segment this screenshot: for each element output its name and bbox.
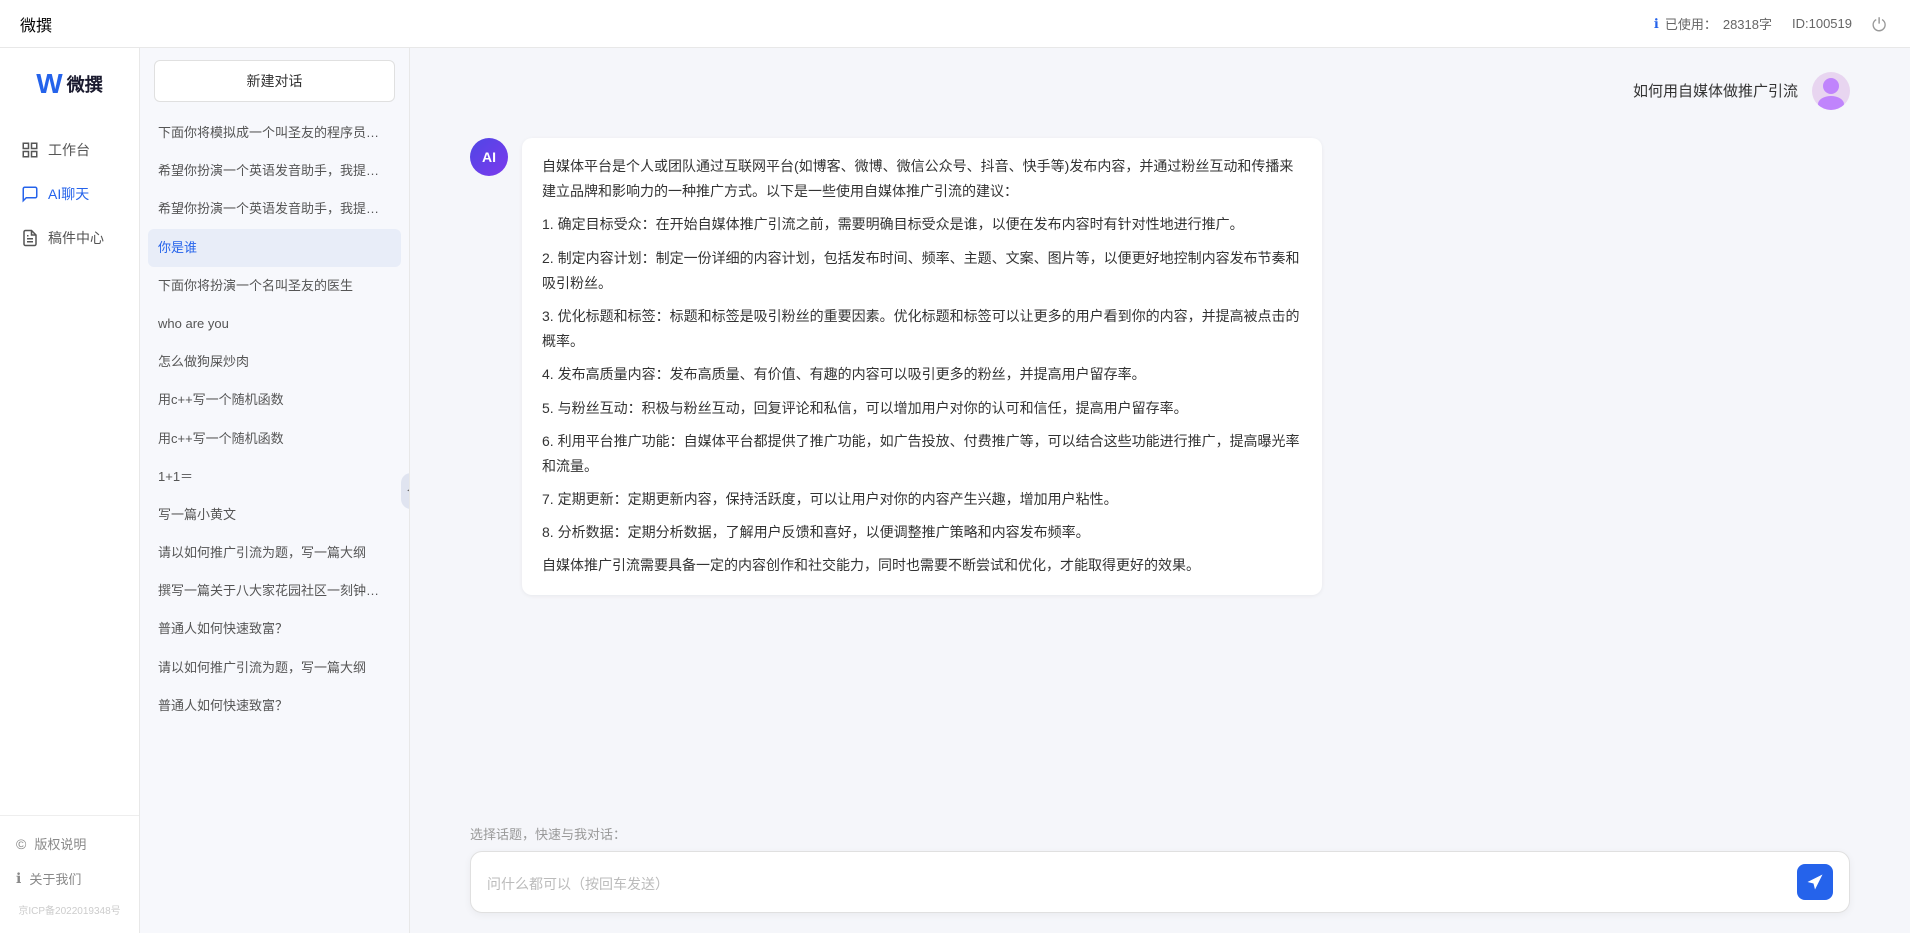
history-item[interactable]: 希望你扮演一个英语发音助手，我提供给你... bbox=[148, 190, 401, 228]
send-icon bbox=[1806, 873, 1824, 891]
ai-chat-icon bbox=[20, 184, 40, 204]
history-item[interactable]: 普通人如何快速致富？ bbox=[148, 610, 401, 648]
workbench-label: 工作台 bbox=[48, 140, 90, 160]
drafts-label: 稿件中心 bbox=[48, 228, 104, 248]
sidebar-item-workbench[interactable]: 工作台 bbox=[0, 130, 139, 170]
ai-message-para: 自媒体平台是个人或团队通过互联网平台(如博客、微博、微信公众号、抖音、快手等)发… bbox=[542, 154, 1302, 204]
copyright-icon: © bbox=[16, 836, 26, 852]
input-box bbox=[470, 851, 1850, 913]
user-id: ID:100519 bbox=[1792, 16, 1852, 31]
logo-area: W 微撰 bbox=[36, 68, 102, 100]
history-item[interactable]: 用c++写一个随机函数 bbox=[148, 381, 401, 419]
user-avatar bbox=[1812, 72, 1850, 110]
copyright-item[interactable]: © 版权说明 bbox=[0, 826, 139, 861]
collapse-button[interactable]: ◀ bbox=[401, 473, 410, 509]
chat-input-area: 选择话题，快速与我对话： bbox=[410, 814, 1910, 933]
logo-text: 微撰 bbox=[67, 71, 103, 97]
ai-message-bubble: 自媒体平台是个人或团队通过互联网平台(如博客、微博、微信公众号、抖音、快手等)发… bbox=[522, 138, 1322, 595]
power-icon[interactable]: ⏻ bbox=[1872, 15, 1890, 33]
logo-w: W bbox=[36, 68, 62, 100]
chat-input[interactable] bbox=[487, 874, 1797, 890]
topbar-right: ℹ 已使用： 28318字 ID:100519 ⏻ bbox=[1654, 14, 1890, 33]
ai-message-row: AI 自媒体平台是个人或团队通过互联网平台(如博客、微博、微信公众号、抖音、快手… bbox=[470, 138, 1850, 595]
new-chat-button[interactable]: 新建对话 bbox=[154, 60, 395, 102]
history-item[interactable]: 请以如何推广引流为题，写一篇大纲 bbox=[148, 649, 401, 687]
chat-main: 如何用自媒体做推广引流 AI 自媒体平台是个人或团队通过互联网平台(如博客、微博… bbox=[410, 48, 1910, 933]
icp-text: 京ICP备2022019348号 bbox=[0, 896, 139, 923]
history-item[interactable]: 普通人如何快速致富？ bbox=[148, 687, 401, 725]
ai-chat-label: AI聊天 bbox=[48, 184, 89, 204]
history-item[interactable]: 你是谁 bbox=[148, 229, 401, 267]
chat-messages: 如何用自媒体做推广引流 AI 自媒体平台是个人或团队通过互联网平台(如博客、微博… bbox=[410, 48, 1910, 814]
user-question: 如何用自媒体做推广引流 bbox=[1633, 72, 1798, 110]
history-item[interactable]: 撰写一篇关于八大家花园社区一刻钟便民生... bbox=[148, 572, 401, 610]
ai-message-para: 自媒体推广引流需要具备一定的内容创作和社交能力，同时也需要不断尝试和优化，才能取… bbox=[542, 553, 1302, 578]
history-item[interactable]: who are you bbox=[148, 305, 401, 343]
history-item[interactable]: 下面你将扮演一个名叫圣友的医生 bbox=[148, 267, 401, 305]
ai-message-para: 6. 利用平台推广功能：自媒体平台都提供了推广功能，如广告投放、付费推广等，可以… bbox=[542, 429, 1302, 479]
history-item[interactable]: 用c++写一个随机函数 bbox=[148, 420, 401, 458]
ai-message-para: 2. 制定内容计划：制定一份详细的内容计划，包括发布时间、频率、主题、文案、图片… bbox=[542, 246, 1302, 296]
sidebar-item-drafts[interactable]: 稿件中心 bbox=[0, 218, 139, 258]
sidebar-left: W 微撰 工作台 AI聊天 bbox=[0, 48, 140, 933]
usage-label: 已使用： bbox=[1665, 14, 1717, 33]
workbench-icon bbox=[20, 140, 40, 160]
info-icon: ℹ bbox=[1654, 16, 1659, 32]
ai-message-para: 7. 定期更新：定期更新内容，保持活跃度，可以让用户对你的内容产生兴趣，增加用户… bbox=[542, 487, 1302, 512]
copyright-label: 版权说明 bbox=[34, 834, 86, 853]
history-item[interactable]: 请以如何推广引流为题，写一篇大纲 bbox=[148, 534, 401, 572]
history-list: 下面你将模拟成一个叫圣友的程序员、我说...希望你扮演一个英语发音助手，我提供给… bbox=[140, 114, 409, 933]
ai-message-para: 3. 优化标题和标签：标题和标签是吸引粉丝的重要因素。优化标题和标签可以让更多的… bbox=[542, 304, 1302, 354]
history-item[interactable]: 下面你将模拟成一个叫圣友的程序员、我说... bbox=[148, 114, 401, 152]
history-item[interactable]: 写一篇小黄文 bbox=[148, 496, 401, 534]
history-item[interactable]: 1+1＝ bbox=[148, 458, 401, 496]
about-icon: ℹ bbox=[16, 870, 21, 887]
topbar-title: 微撰 bbox=[20, 12, 52, 36]
ai-message-para: 1. 确定目标受众：在开始自媒体推广引流之前，需要明确目标受众是谁，以便在发布内… bbox=[542, 212, 1302, 237]
user-message-row: 如何用自媒体做推广引流 bbox=[470, 72, 1850, 110]
usage-info: ℹ 已使用： 28318字 bbox=[1654, 14, 1772, 33]
chat-history-panel: 新建对话 下面你将模拟成一个叫圣友的程序员、我说...希望你扮演一个英语发音助手… bbox=[140, 48, 410, 933]
ai-avatar: AI bbox=[470, 138, 508, 176]
about-label: 关于我们 bbox=[29, 869, 81, 888]
main-layout: W 微撰 工作台 AI聊天 bbox=[0, 48, 1910, 933]
ai-message-para: 8. 分析数据：定期分析数据，了解用户反馈和喜好，以便调整推广策略和内容发布频率… bbox=[542, 520, 1302, 545]
quick-topics-label: 选择话题，快速与我对话： bbox=[470, 824, 1850, 843]
sidebar-item-ai-chat[interactable]: AI聊天 bbox=[0, 174, 139, 214]
about-item[interactable]: ℹ 关于我们 bbox=[0, 861, 139, 896]
drafts-icon bbox=[20, 228, 40, 248]
send-button[interactable] bbox=[1797, 864, 1833, 900]
topbar: 微撰 ℹ 已使用： 28318字 ID:100519 ⏻ bbox=[0, 0, 1910, 48]
usage-value: 28318字 bbox=[1723, 14, 1772, 33]
history-item[interactable]: 希望你扮演一个英语发音助手，我提供给你... bbox=[148, 152, 401, 190]
history-item[interactable]: 怎么做狗屎炒肉 bbox=[148, 343, 401, 381]
ai-message-para: 4. 发布高质量内容：发布高质量、有价值、有趣的内容可以吸引更多的粉丝，并提高用… bbox=[542, 362, 1302, 387]
ai-message-para: 5. 与粉丝互动：积极与粉丝互动，回复评论和私信，可以增加用户对你的认可和信任，… bbox=[542, 396, 1302, 421]
sidebar-bottom: © 版权说明 ℹ 关于我们 京ICP备2022019348号 bbox=[0, 815, 139, 933]
